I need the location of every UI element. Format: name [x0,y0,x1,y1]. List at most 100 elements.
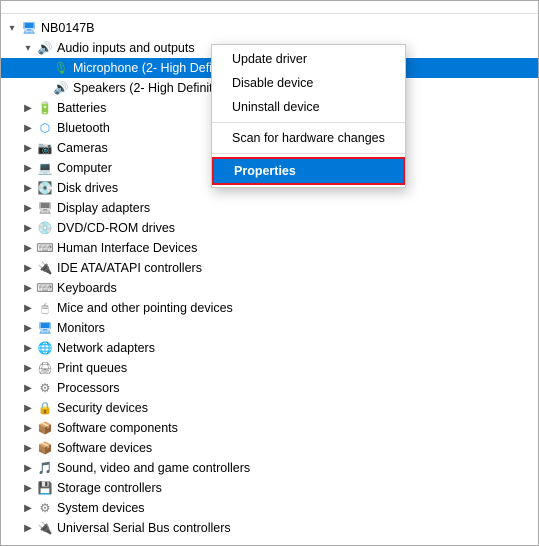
node-icon: 📦 [37,420,53,436]
node-icon: ⬡ [37,120,53,136]
item-label: Disk drives [57,181,118,195]
item-label: Print queues [57,361,127,375]
expand-icon[interactable]: ▶ [21,461,35,475]
node-icon: 🖨 [37,360,53,376]
tree-item[interactable]: ▶🖨 Print queues [1,358,538,378]
tree-item[interactable]: ▶🔌 Universal Serial Bus controllers [1,518,538,538]
node-icon: 💾 [37,480,53,496]
expand-icon[interactable]: ▶ [21,301,35,315]
device-manager-window: ▾🖥NB0147B▾🔊Audio inputs and outputs🎙Micr… [0,0,539,546]
expand-icon[interactable]: ▶ [21,421,35,435]
tree-item[interactable]: ▶📦 Software devices [1,438,538,458]
title-bar [1,1,538,14]
item-label: Cameras [57,141,108,155]
item-label: Software components [57,421,178,435]
context-menu-item[interactable]: Uninstall device [212,95,405,119]
node-icon: 🎵 [37,460,53,476]
node-icon: ⚙ [37,380,53,396]
context-menu: Update driverDisable deviceUninstall dev… [211,44,406,188]
item-label: Sound, video and game controllers [57,461,250,475]
expand-icon[interactable]: ▶ [21,141,35,155]
tree-item[interactable]: ▶🎵 Sound, video and game controllers [1,458,538,478]
item-label: Computer [57,161,112,175]
item-label: Software devices [57,441,152,455]
expand-icon[interactable]: ▶ [21,181,35,195]
context-menu-item[interactable]: Scan for hardware changes [212,126,405,150]
tree-item[interactable]: ▶🌐Network adapters [1,338,538,358]
tree-item[interactable]: ▶⚙System devices [1,498,538,518]
tree-item[interactable]: ▶⚙ Processors [1,378,538,398]
item-label: Security devices [57,401,148,415]
node-icon: 🔌 [37,260,53,276]
node-icon: 💿 [37,220,53,236]
item-label: IDE ATA/ATAPI controllers [57,261,202,275]
tree-item[interactable]: ▶🖥 Monitors [1,318,538,338]
node-icon: ⌨ [37,240,53,256]
expand-icon[interactable]: ▶ [21,121,35,135]
node-icon: 🖱 [37,300,53,316]
context-menu-separator [212,153,405,154]
item-label: Batteries [57,101,106,115]
expand-icon[interactable]: ▶ [21,321,35,335]
node-icon: 📷 [37,140,53,156]
item-label: Storage controllers [57,481,162,495]
context-menu-separator [212,122,405,123]
node-icon: 📦 [37,440,53,456]
expand-icon[interactable]: ▶ [21,361,35,375]
item-label: Audio inputs and outputs [57,41,195,55]
expand-icon[interactable]: ▶ [21,381,35,395]
item-label: System devices [57,501,145,515]
expand-icon[interactable]: ▶ [21,261,35,275]
item-label: DVD/CD-ROM drives [57,221,175,235]
expand-icon[interactable]: ▶ [21,441,35,455]
expand-icon[interactable] [37,61,51,75]
node-icon: 🔌 [37,520,53,536]
context-menu-properties[interactable]: Properties [212,157,405,185]
expand-icon[interactable]: ▾ [21,41,35,55]
tree-item[interactable]: ▶💾 Storage controllers [1,478,538,498]
item-label: Processors [57,381,120,395]
tree-item[interactable]: ▾🖥 NB0147B [1,18,538,38]
expand-icon[interactable]: ▶ [21,101,35,115]
node-icon: 🔋 [37,100,53,116]
tree-item[interactable]: ▶🖥Display adapters [1,198,538,218]
item-label: Human Interface Devices [57,241,197,255]
tree-item[interactable]: ▶🔌 IDE ATA/ATAPI controllers [1,258,538,278]
node-icon: 🔒 [37,400,53,416]
item-label: Mice and other pointing devices [57,301,233,315]
expand-icon[interactable]: ▶ [21,241,35,255]
tree-item[interactable]: ▶💿 DVD/CD-ROM drives [1,218,538,238]
expand-icon[interactable]: ▶ [21,521,35,535]
tree-item[interactable]: ▶🔒 Security devices [1,398,538,418]
item-label: Monitors [57,321,105,335]
node-icon: 🎙 [53,60,69,76]
expand-icon[interactable]: ▶ [21,501,35,515]
expand-icon[interactable] [37,81,51,95]
node-icon: ⌨ [37,280,53,296]
device-tree: ▾🖥NB0147B▾🔊Audio inputs and outputs🎙Micr… [1,14,538,545]
node-icon: 🌐 [37,340,53,356]
expand-icon[interactable]: ▶ [21,161,35,175]
expand-icon[interactable]: ▶ [21,281,35,295]
item-label: Bluetooth [57,121,110,135]
item-label: Keyboards [57,281,117,295]
node-icon: 💻 [37,160,53,176]
context-menu-item[interactable]: Update driver [212,47,405,71]
node-icon: 🔊 [37,40,53,56]
item-label: Universal Serial Bus controllers [57,521,231,535]
expand-icon[interactable]: ▶ [21,201,35,215]
expand-icon[interactable]: ▶ [21,481,35,495]
tree-item[interactable]: ▶🖱 Mice and other pointing devices [1,298,538,318]
expand-icon[interactable]: ▶ [21,341,35,355]
node-icon: 🖥 [21,20,37,36]
expand-icon[interactable]: ▶ [21,221,35,235]
tree-item[interactable]: ▶⌨ Keyboards [1,278,538,298]
item-label: NB0147B [41,21,95,35]
node-icon: 🖥 [37,320,53,336]
expand-icon[interactable]: ▶ [21,401,35,415]
node-icon: 🔊 [53,80,69,96]
tree-item[interactable]: ▶⌨ Human Interface Devices [1,238,538,258]
tree-item[interactable]: ▶📦 Software components [1,418,538,438]
expand-icon[interactable]: ▾ [5,21,19,35]
context-menu-item[interactable]: Disable device [212,71,405,95]
